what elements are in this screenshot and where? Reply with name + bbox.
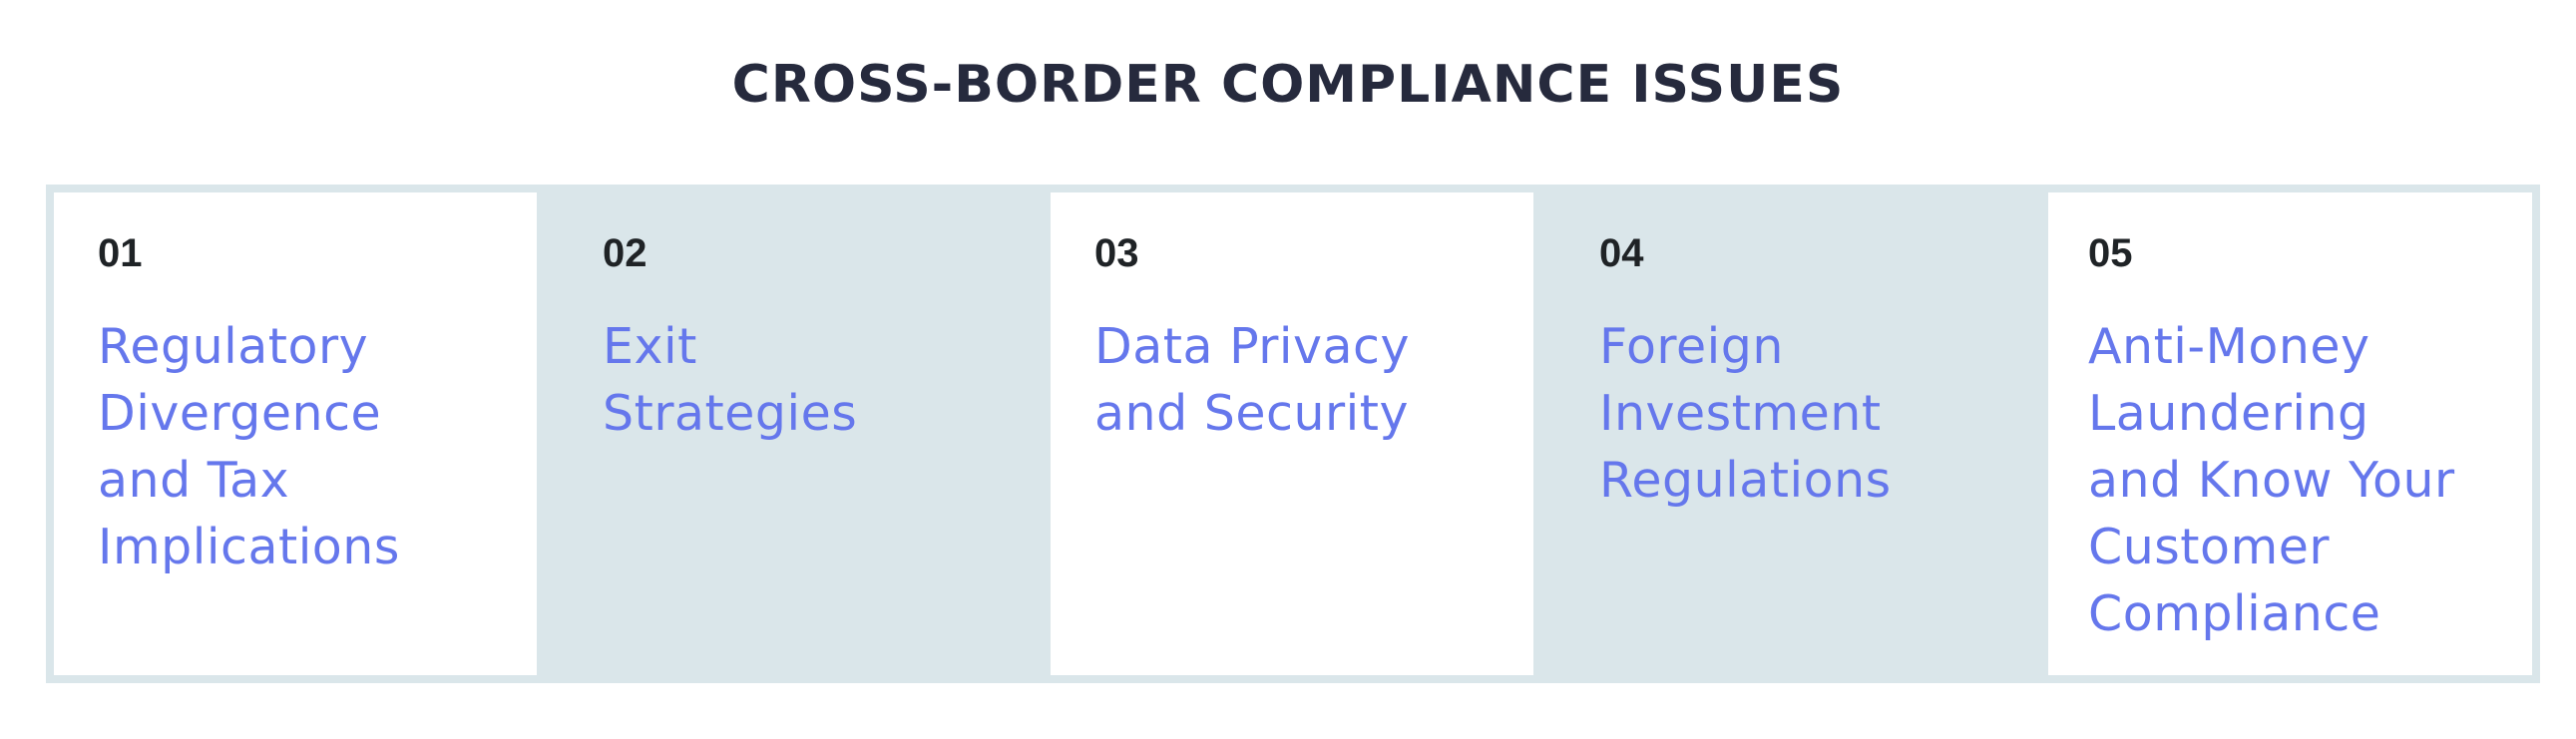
issue-card-04: 04 Foreign Investment Regulations <box>1533 192 2048 675</box>
issue-heading: Regulatory Divergence and Tax Implicatio… <box>98 318 400 575</box>
issue-heading: Foreign Investment Regulations <box>1599 318 1892 509</box>
issue-number: 03 <box>1094 231 1139 275</box>
issue-number: 02 <box>603 231 647 275</box>
issue-card-05: 05 Anti-Money Laundering and Know Your C… <box>2048 192 2532 675</box>
issue-number: 05 <box>2088 231 2133 275</box>
issue-heading: Data Privacy and Security <box>1094 318 1410 442</box>
issue-heading: Exit Strategies <box>603 318 858 442</box>
issue-heading: Anti-Money Laundering and Know Your Cust… <box>2088 318 2455 642</box>
issue-card-01: 01 Regulatory Divergence and Tax Implica… <box>54 192 537 675</box>
issue-card-02: 02 Exit Strategies <box>537 192 1051 675</box>
issue-card-03: 03 Data Privacy and Security <box>1051 192 1533 675</box>
issues-panel: 01 Regulatory Divergence and Tax Implica… <box>46 185 2540 683</box>
issue-number: 04 <box>1599 231 1644 275</box>
page-title: CROSS-BORDER COMPLIANCE ISSUES <box>731 55 1845 115</box>
issue-number: 01 <box>98 231 143 275</box>
